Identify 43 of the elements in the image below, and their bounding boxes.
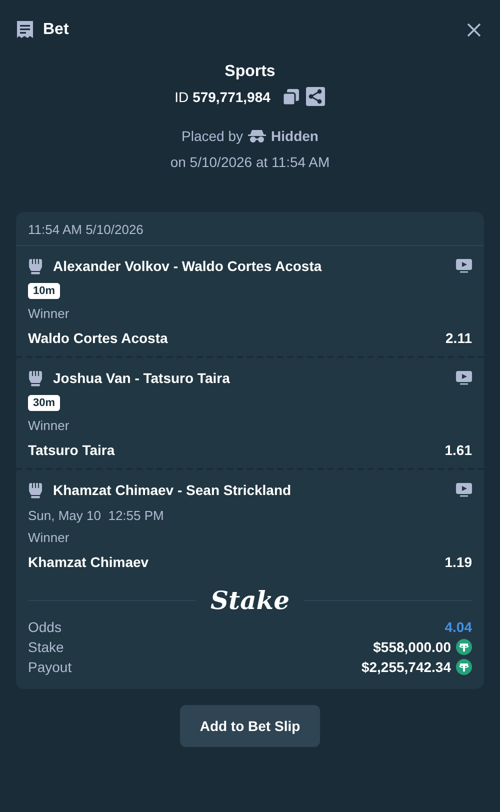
tether-coin-icon — [456, 639, 472, 655]
share-icon[interactable] — [306, 87, 326, 106]
total-label: Stake — [28, 639, 64, 655]
time-badge: 10m — [28, 283, 60, 299]
event-name[interactable]: Alexander Volkov - Waldo Cortes Acosta — [53, 258, 446, 274]
selection-odds: 1.19 — [444, 554, 472, 570]
event-name[interactable]: Khamzat Chimaev - Sean Strickland — [53, 482, 446, 498]
brand-logo: Stake — [210, 586, 290, 615]
total-value: 4.04 — [444, 619, 472, 635]
bet-type: Sports — [224, 63, 276, 81]
selection-odds: 1.61 — [444, 442, 472, 458]
tether-coin-icon — [456, 659, 472, 675]
fist-icon — [28, 257, 43, 275]
market-name: Winner — [28, 530, 70, 545]
live-stream-icon[interactable] — [456, 259, 472, 273]
bet-id: 579,771,984 — [192, 88, 270, 104]
id-label: ID — [174, 88, 189, 104]
total-label: Odds — [28, 619, 62, 635]
total-value: $2,255,742.34 — [361, 659, 451, 675]
copy-icon[interactable] — [282, 88, 300, 106]
market-name: Winner — [28, 306, 70, 321]
live-stream-icon[interactable] — [456, 483, 472, 497]
add-to-bet-slip-button[interactable]: Add to Bet Slip — [180, 705, 320, 747]
live-stream-icon[interactable] — [456, 371, 472, 385]
user-name: Hidden — [271, 128, 318, 144]
event-date: Sun, May 10 12:55 PM — [28, 508, 165, 523]
fist-icon — [28, 369, 43, 387]
placed-date: on 5/10/2026 at 11:54 AM — [170, 154, 330, 170]
time-badge: 30m — [28, 395, 60, 411]
event-name[interactable]: Joshua Van - Tatsuro Taira — [53, 370, 446, 386]
placed-by-label: Placed by — [182, 128, 244, 144]
market-name: Winner — [28, 418, 70, 433]
receipt-icon — [16, 20, 34, 40]
fist-icon — [28, 481, 43, 499]
selection-name: Tatsuro Taira — [28, 442, 115, 458]
selection-name: Waldo Cortes Acosta — [28, 330, 168, 346]
bet-timestamp: 11:54 AM 5/10/2026 — [16, 212, 484, 246]
total-label: Payout — [28, 659, 72, 675]
selection-name: Khamzat Chimaev — [28, 554, 149, 570]
total-value: $558,000.00 — [373, 639, 451, 655]
selection-odds: 2.11 — [446, 330, 472, 346]
dialog-title: Bet — [43, 21, 69, 39]
incognito-icon — [248, 129, 266, 143]
